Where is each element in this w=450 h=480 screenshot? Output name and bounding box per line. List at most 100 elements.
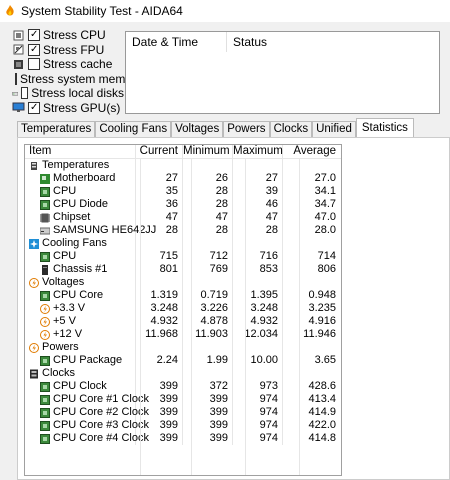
stress-checkbox[interactable]: [28, 58, 40, 70]
stress-option-label: Stress FPU: [43, 42, 105, 57]
tab-unified[interactable]: Unified: [312, 121, 356, 137]
stress-option-row[interactable]: Stress system memory: [0, 72, 142, 86]
average-value: 11.946: [303, 328, 336, 340]
table-row[interactable]: CPU Core #1 Clock 399 399 974 413.4: [25, 393, 341, 406]
average-value: 28.0: [314, 224, 336, 236]
row-item-label: Chipset: [53, 211, 91, 223]
current-column-header[interactable]: Current: [136, 145, 183, 158]
row-item-label: Motherboard: [53, 172, 116, 184]
group-row-clocks[interactable]: Clocks: [25, 367, 341, 380]
table-row[interactable]: CPU Package 2.24 1.99 10.00 3.65: [25, 354, 341, 367]
chassis-icon: [42, 264, 48, 275]
table-row[interactable]: +3.3 V 3.248 3.226 3.248 3.235: [25, 302, 341, 315]
group-label: Clocks: [42, 367, 76, 379]
group-row-voltages[interactable]: Voltages: [25, 276, 341, 289]
stress-checkbox[interactable]: [15, 72, 17, 85]
stress-option-row[interactable]: Stress local disks: [0, 86, 124, 100]
row-item-label: +5 V: [53, 315, 76, 327]
current-value: 36: [136, 198, 183, 211]
stress-checkbox[interactable]: [28, 29, 40, 41]
table-row[interactable]: CPU Clock 399 372 973 428.6: [25, 380, 341, 393]
maximum-value: 47: [233, 211, 283, 224]
current-value: 35: [136, 185, 183, 198]
table-row[interactable]: CPU Core 1.319 0.719 1.395 0.948: [25, 289, 341, 302]
statistics-grid[interactable]: Item Current Minimum Maximum Average Tem…: [24, 144, 342, 476]
table-row[interactable]: CPU Core #2 Clock 399 399 974 414.9: [25, 406, 341, 419]
table-row[interactable]: CPU Core #4 Clock 399 399 974 414.8: [25, 432, 341, 445]
tab-powers[interactable]: Powers: [223, 121, 270, 137]
cpu-icon: [40, 290, 50, 301]
group-row-cooling-fans[interactable]: Cooling Fans: [25, 237, 341, 250]
table-row[interactable]: SAMSUNG HE642JJ 28 28 28 28.0: [25, 224, 341, 237]
cpu-icon: [40, 433, 50, 444]
minimum-column-header[interactable]: Minimum: [183, 145, 233, 158]
voltage-icon: [40, 303, 50, 314]
tab-temperatures[interactable]: Temperatures: [17, 121, 96, 137]
table-row[interactable]: Chassis #1 801 769 853 806: [25, 263, 341, 276]
maximum-column-header[interactable]: Maximum: [233, 145, 283, 158]
average-value: 34.1: [314, 185, 336, 197]
cpu-icon: [40, 186, 50, 197]
row-item-label: CPU Core #2 Clock: [53, 406, 149, 418]
status-header[interactable]: Status: [227, 35, 267, 49]
table-row[interactable]: CPU 715 712 716 714: [25, 250, 341, 263]
table-row[interactable]: +12 V 11.968 11.903 12.034 11.946: [25, 328, 341, 341]
stress-option-label: Stress GPU(s): [43, 100, 121, 115]
group-row-powers[interactable]: Powers: [25, 341, 341, 354]
stress-option-label: Stress local disks: [31, 86, 124, 100]
average-value: 714: [317, 250, 336, 262]
maximum-value: 28: [233, 224, 283, 237]
row-item-label: CPU Package: [53, 354, 123, 366]
voltage-icon: [40, 316, 50, 327]
stress-option-row[interactable]: Stress CPU: [0, 28, 124, 42]
table-row[interactable]: Chipset 47 47 47 47.0: [25, 211, 341, 224]
average-value: 414.8: [308, 432, 336, 444]
table-row[interactable]: Motherboard 27 26 27 27.0: [25, 172, 341, 185]
tab-voltages[interactable]: Voltages: [171, 121, 224, 137]
power-icon: [29, 342, 39, 353]
table-row[interactable]: +5 V 4.932 4.878 4.932 4.916: [25, 315, 341, 328]
current-value: 399: [136, 432, 183, 445]
table-row[interactable]: CPU 35 28 39 34.1: [25, 185, 341, 198]
cpu-icon: [40, 355, 50, 366]
grid-header: Item Current Minimum Maximum Average: [25, 145, 341, 159]
table-row[interactable]: CPU Diode 36 28 46 34.7: [25, 198, 341, 211]
stress-checkbox[interactable]: [28, 101, 40, 114]
item-column-header[interactable]: Item: [25, 145, 136, 158]
tab-statistics[interactable]: Statistics: [355, 118, 414, 137]
row-item-label: +12 V: [53, 328, 83, 340]
current-value: 2.24: [136, 354, 183, 367]
maximum-value: 12.034: [233, 328, 283, 341]
status-log-table[interactable]: Date & Time Status: [125, 31, 440, 114]
average-value: 422.0: [308, 419, 336, 431]
voltage-icon: [40, 329, 50, 340]
stress-checkbox[interactable]: [21, 87, 29, 99]
group-row-temperatures[interactable]: Temperatures: [25, 159, 341, 172]
maximum-value: 974: [233, 432, 283, 445]
disk-drive-icon: [12, 91, 19, 95]
maximum-value: 4.932: [233, 315, 283, 328]
cpu-icon: [40, 251, 50, 262]
current-value: 3.248: [136, 302, 183, 315]
date-time-header[interactable]: Date & Time: [126, 32, 227, 52]
tab-clocks[interactable]: Clocks: [269, 121, 313, 137]
row-item-label: CPU Core: [53, 289, 104, 301]
group-label: Powers: [42, 341, 79, 353]
fan-icon: [29, 238, 39, 249]
maximum-value: 46: [233, 198, 283, 211]
stress-option-label: Stress CPU: [43, 28, 106, 42]
group-label: Cooling Fans: [42, 237, 107, 249]
maximum-value: 27: [233, 172, 283, 185]
table-row[interactable]: CPU Core #3 Clock 399 399 974 422.0: [25, 419, 341, 432]
stress-checkbox[interactable]: [28, 43, 40, 56]
fpu-chip-icon: [13, 44, 24, 55]
current-value: 4.932: [136, 315, 183, 328]
average-column-header[interactable]: Average: [283, 145, 339, 158]
stress-option-row[interactable]: Stress FPU: [0, 43, 124, 57]
tab-cooling-fans[interactable]: Cooling Fans: [95, 121, 172, 137]
title-bar[interactable]: System Stability Test - AIDA64: [0, 0, 450, 22]
cache-chip-icon: [14, 59, 23, 69]
average-value: 0.948: [308, 289, 336, 301]
stress-option-row[interactable]: Stress cache: [0, 57, 124, 71]
stress-option-row[interactable]: Stress GPU(s): [0, 101, 124, 115]
